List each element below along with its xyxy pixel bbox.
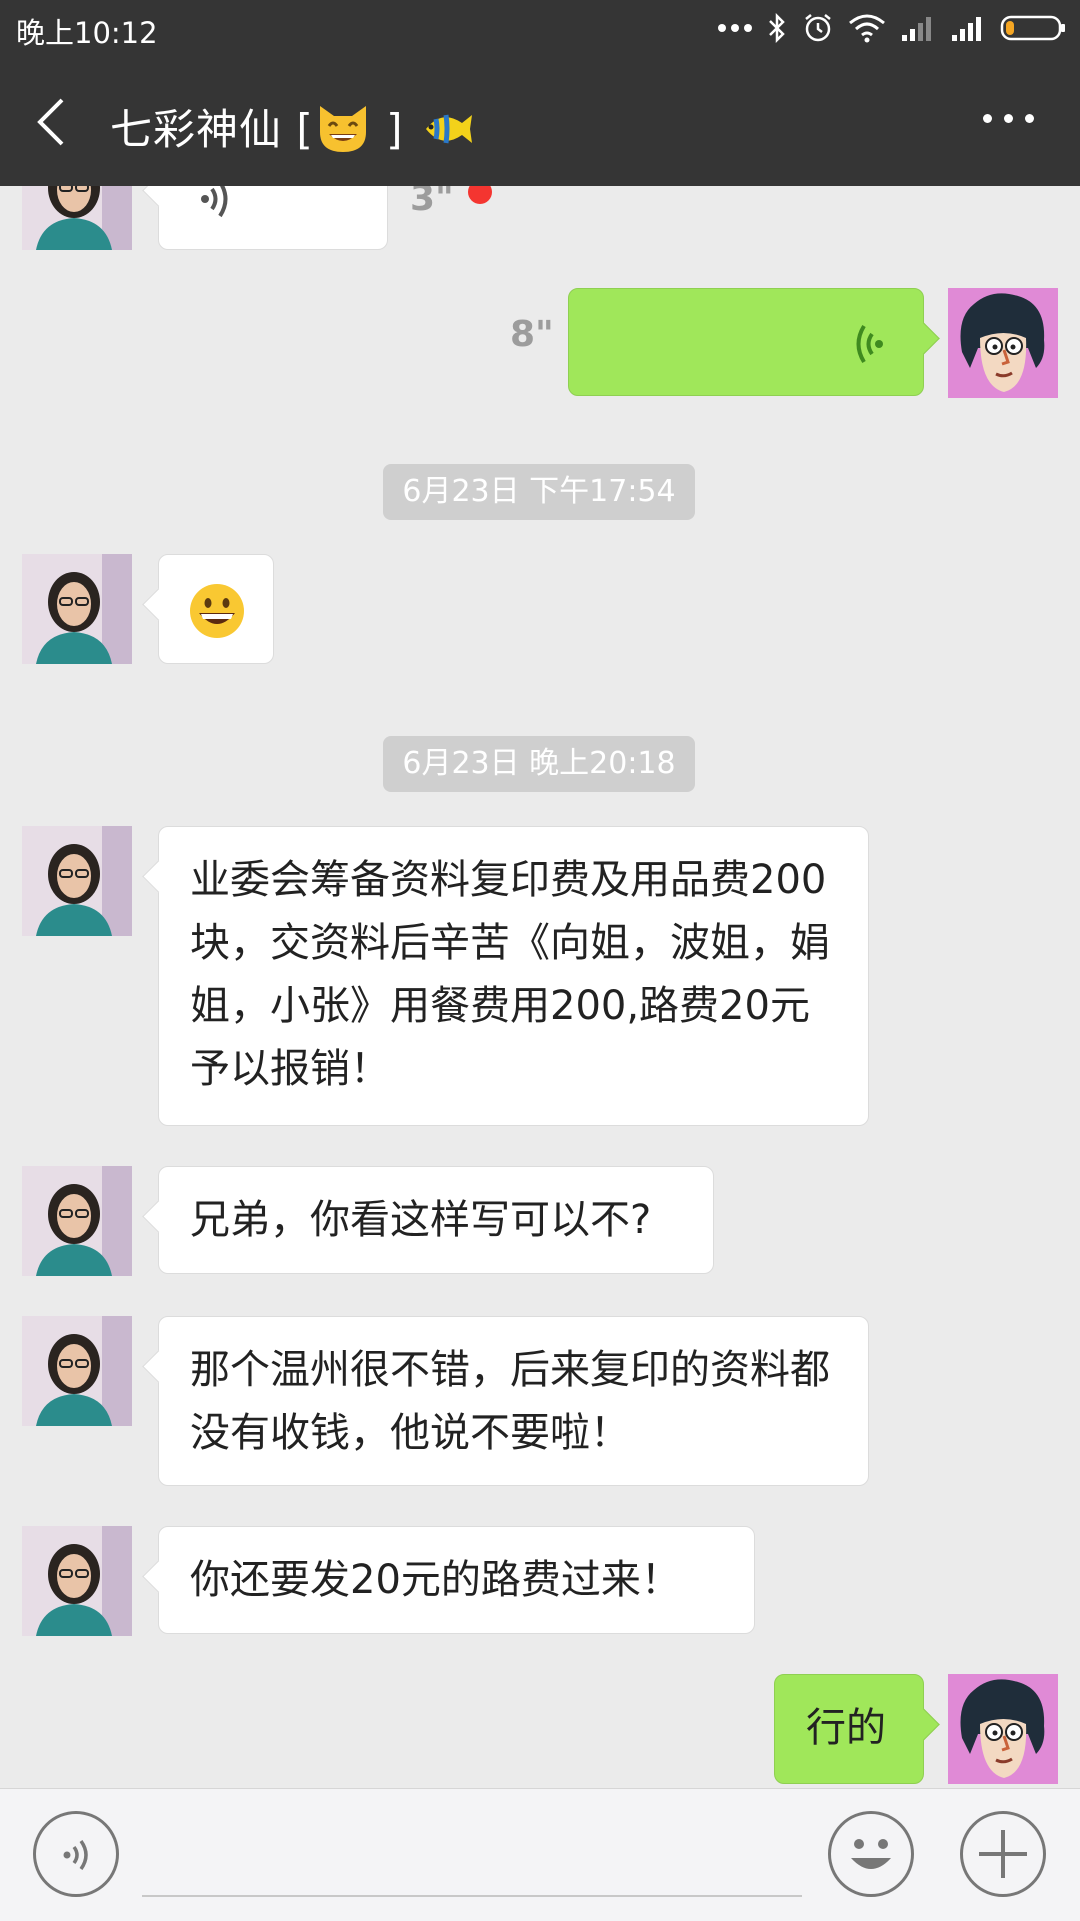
voice-wave-icon [201,186,228,218]
status-icons [718,6,1066,50]
text-message-outgoing[interactable]: 行的 [774,1674,924,1784]
alarm-icon [805,14,831,42]
unread-dot [468,186,492,204]
voice-input-button[interactable] [33,1811,119,1897]
more-dot-icon [1025,114,1034,123]
voice-wave-icon [856,324,883,364]
more-functions-button[interactable] [960,1811,1046,1897]
smiley-icon [851,1839,891,1869]
voice-message-outgoing[interactable] [568,288,924,396]
emoji-button[interactable] [828,1811,914,1897]
text-message-incoming[interactable]: 业委会筹备资料复印费及用品费200块，交资料后辛苦《向姐，波姐，娟姐，小张》用餐… [158,826,869,1126]
contact-avatar[interactable] [22,1166,132,1276]
message-input[interactable] [142,1895,802,1897]
battery-icon [1000,15,1065,41]
voice-duration-incoming: 3" [410,186,454,219]
signal-1-icon [902,17,931,41]
tropical-fish-icon [418,105,474,161]
contact-avatar[interactable] [22,826,132,936]
my-avatar[interactable] [948,1674,1058,1784]
chat-title: 七彩神仙 [ ] [110,96,474,164]
text-message-incoming[interactable]: 你还要发20元的路费过来！ [158,1526,755,1634]
chat-message-list[interactable]: 3" 8" 6月23日 下午17:54 6月23日 晚上20:18 业委会筹备资… [0,186,1080,1788]
plus-icon [979,1830,1027,1878]
more-dot-icon [1004,114,1013,123]
my-avatar[interactable] [948,288,1058,398]
status-time: 晚上10:12 [16,16,158,50]
emoji-message[interactable] [158,554,274,664]
contact-avatar[interactable] [22,1526,132,1636]
contact-avatar[interactable] [22,186,132,250]
back-arrow-icon[interactable] [32,94,72,150]
timestamp-chip: 6月23日 晚上20:18 [383,736,695,792]
more-dot-icon [983,114,992,123]
voice-icon [63,1839,88,1871]
grinning-cat-icon [314,102,372,164]
more-options-button[interactable] [983,114,1034,123]
bluetooth-icon [769,13,785,43]
voice-message-incoming[interactable] [158,186,388,250]
text-message-incoming[interactable]: 那个温州很不错，后来复印的资料都没有收钱，他说不要啦！ [158,1316,869,1486]
grinning-face-icon [190,584,244,638]
dots-icon [718,24,752,32]
chat-header: 七彩神仙 [ ] [0,58,1080,186]
chat-title-text-end: ] [371,105,404,154]
status-bar: 晚上10:12 [0,0,1080,58]
timestamp-chip: 6月23日 下午17:54 [383,464,695,520]
contact-avatar[interactable] [22,554,132,664]
chat-title-text: 七彩神仙 [ [110,105,314,154]
voice-duration-outgoing: 8" [510,314,554,355]
wifi-icon [849,14,885,43]
text-message-incoming[interactable]: 兄弟，你看这样写可以不? [158,1166,714,1274]
contact-avatar[interactable] [22,1316,132,1426]
signal-2-icon [952,17,981,41]
input-bar [0,1788,1080,1921]
